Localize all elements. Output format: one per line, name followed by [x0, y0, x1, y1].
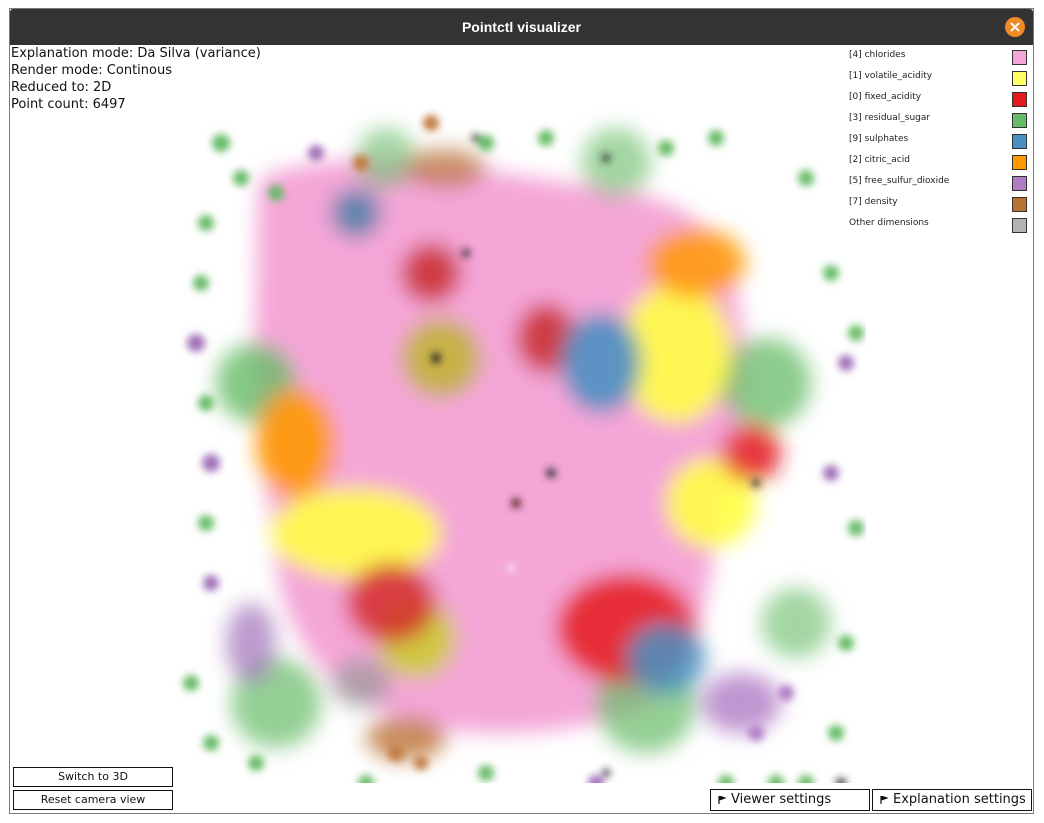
explanation-settings-label: Explanation settings [893, 792, 1026, 807]
legend-swatch [1012, 155, 1027, 170]
legend-label: [1] volatile_acidity [849, 71, 933, 81]
expander-flag-icon [880, 796, 888, 804]
legend-item: [4] chlorides [849, 49, 1031, 70]
legend-item: [2] citric_acid [849, 154, 1031, 175]
window-title: Pointctl visualizer [461, 19, 582, 35]
viewer-settings-label: Viewer settings [731, 792, 832, 807]
legend-item: [9] sulphates [849, 133, 1031, 154]
legend-item: [3] residual_sugar [849, 112, 1031, 133]
legend-item: [1] volatile_acidity [849, 70, 1031, 91]
legend-swatch [1012, 134, 1027, 149]
legend-item: [7] density [849, 196, 1031, 217]
legend-label: [3] residual_sugar [849, 113, 931, 123]
legend-label: Other dimensions [849, 218, 929, 228]
legend-swatch [1012, 113, 1027, 128]
legend-swatch [1012, 176, 1027, 191]
density-regions [216, 128, 831, 760]
legend-item: [0] fixed_acidity [849, 91, 1031, 112]
legend-swatch [1012, 71, 1027, 86]
close-button[interactable] [1005, 17, 1025, 37]
legend-label: [2] citric_acid [849, 155, 910, 165]
legend-label: [0] fixed_acidity [849, 92, 922, 102]
reset-camera-button[interactable]: Reset camera view [13, 790, 173, 810]
legend-swatch [1012, 197, 1027, 212]
close-icon [1010, 22, 1020, 32]
legend-item: Other dimensions [849, 217, 1031, 238]
expander-flag-icon [718, 796, 726, 804]
explanation-settings-expander[interactable]: Explanation settings [872, 789, 1032, 811]
legend-swatch [1012, 50, 1027, 65]
legend-swatch [1012, 92, 1027, 107]
legend-label: [9] sulphates [849, 134, 909, 144]
legend-label: [7] density [849, 197, 898, 207]
viewport[interactable]: Explanation mode: Da Silva (variance) Re… [10, 45, 1033, 813]
legend: [4] chlorides [1] volatile_acidity [0] f… [849, 49, 1031, 238]
switch-to-3d-button[interactable]: Switch to 3D [13, 767, 173, 787]
legend-label: [4] chlorides [849, 50, 906, 60]
viewer-settings-expander[interactable]: Viewer settings [710, 789, 870, 811]
explanation-mode-text: Explanation mode: Da Silva (variance) [11, 46, 261, 61]
legend-label: [5] free_sulfur_dioxide [849, 176, 950, 186]
render-mode-text: Render mode: Continous [11, 63, 172, 78]
visualizer-window: Pointctl visualizer Explanation mode: Da… [9, 8, 1034, 814]
legend-swatch [1012, 218, 1027, 233]
legend-item: [5] free_sulfur_dioxide [849, 175, 1031, 196]
titlebar: Pointctl visualizer [10, 9, 1033, 45]
scatter-plot[interactable] [166, 83, 866, 783]
